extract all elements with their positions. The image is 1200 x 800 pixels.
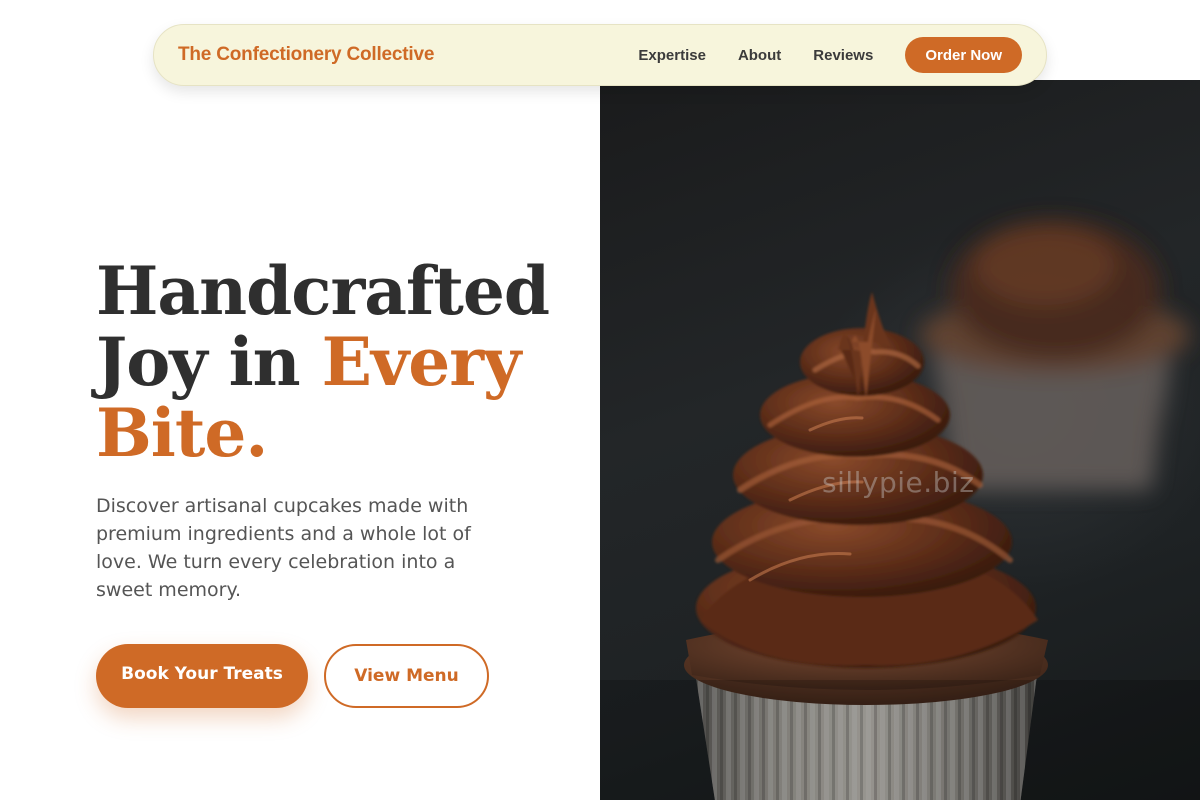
headline-accent-every: Every xyxy=(321,323,522,401)
top-navbar: The Confectionery Collective Expertise A… xyxy=(153,24,1047,86)
headline-line-2: Joy in Every xyxy=(96,327,576,398)
order-now-button[interactable]: Order Now xyxy=(905,37,1022,73)
nav-link-expertise[interactable]: Expertise xyxy=(638,47,706,64)
hero-cupcake-image xyxy=(600,80,1200,800)
nav-link-about[interactable]: About xyxy=(738,47,781,64)
headline-accent-bite: Bite. xyxy=(96,394,268,472)
headline-plain-text: Joy in xyxy=(96,323,322,401)
brand-logo[interactable]: The Confectionery Collective xyxy=(178,44,434,66)
headline-line-1: Handcrafted xyxy=(96,252,550,330)
hero-description: Discover artisanal cupcakes made with pr… xyxy=(96,495,471,601)
nav-links: Expertise About Reviews Order Now xyxy=(638,37,1022,73)
image-watermark: sillypie.biz xyxy=(822,466,975,499)
nav-link-reviews[interactable]: Reviews xyxy=(813,47,873,64)
hero-headline: Handcrafted Joy in Every Bite. xyxy=(96,256,576,469)
view-menu-button[interactable]: View Menu xyxy=(324,644,489,708)
book-treats-button[interactable]: Book Your Treats xyxy=(96,644,308,708)
